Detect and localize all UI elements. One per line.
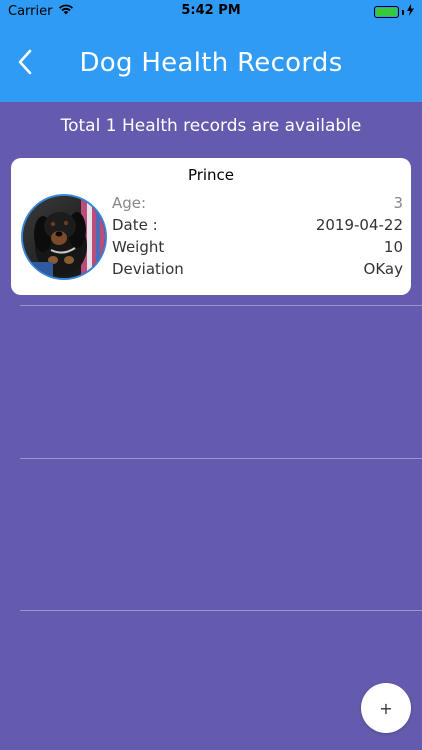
- age-value: 3: [393, 194, 403, 212]
- status-time: 5:42 PM: [181, 3, 241, 18]
- weight-row: Weight 10: [112, 236, 403, 258]
- weight-value: 10: [383, 238, 403, 256]
- list-separator: [20, 305, 422, 306]
- date-row: Date : 2019-04-22: [112, 214, 403, 236]
- battery-icon: [374, 6, 399, 18]
- battery-fill: [376, 8, 397, 16]
- health-record-card[interactable]: Prince Age: 3 Date: 2019-04-22 Weight 1…: [11, 158, 411, 295]
- add-record-button[interactable]: +: [361, 683, 411, 733]
- records-summary: Total 1 Health records are available: [60, 116, 362, 136]
- nav-bar: Dog Health Records: [0, 22, 422, 102]
- deviation-value: OKay: [363, 260, 403, 278]
- status-bar: Carrier 5:42 PM: [0, 0, 422, 22]
- deviation-label: Deviation: [112, 260, 184, 278]
- plus-icon: +: [379, 698, 393, 718]
- battery-tip: [402, 9, 404, 15]
- deviation-row: Deviation OKay: [112, 258, 403, 280]
- list-separator: [20, 458, 422, 459]
- dog-name: Prince: [187, 166, 235, 184]
- list-separator: [20, 610, 422, 611]
- date-value: 2019-04-22: [315, 216, 403, 234]
- back-button[interactable]: [10, 46, 40, 82]
- bolt-icon: [407, 4, 414, 20]
- age-label: Age:: [112, 194, 147, 212]
- page-title: Dog Health Records: [79, 48, 343, 78]
- date-label: Date :: [112, 216, 158, 234]
- dog-photo: [21, 194, 107, 280]
- status-right: [374, 4, 414, 20]
- chevron-left-icon: [17, 49, 33, 79]
- age-row: Age: 3: [112, 192, 403, 214]
- weight-label: Weight: [112, 238, 165, 256]
